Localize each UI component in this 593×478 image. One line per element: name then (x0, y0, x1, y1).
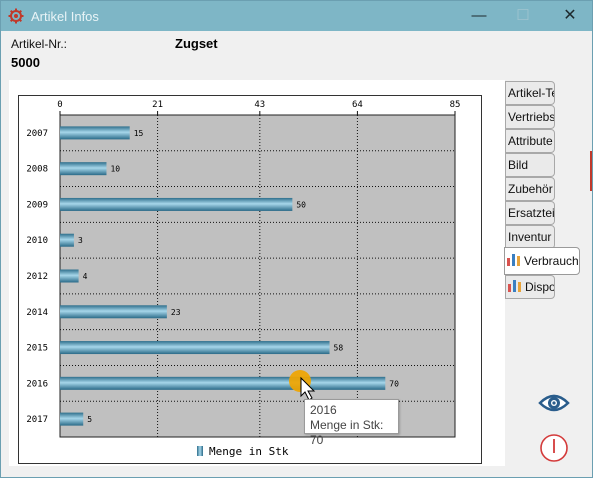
minimize-button[interactable]: — (465, 6, 493, 26)
consumption-chart: 0 21 43 64 85 200720082009201020122014201520… (26, 100, 461, 458)
title-bar: Artikel Infos — ☐ ✕ (1, 1, 592, 31)
tab-dispo[interactable]: Dispo (505, 275, 555, 299)
bar-2014[interactable] (60, 305, 167, 319)
close-button[interactable]: ✕ (556, 6, 584, 26)
maximize-button[interactable]: ☐ (509, 6, 537, 26)
x-tick-label: 43 (254, 100, 265, 110)
tooltip-value: Menge in Stk: 70 (310, 418, 384, 447)
tab-attribute[interactable]: Attribute (505, 129, 555, 153)
x-tick-label: 85 (450, 100, 461, 110)
bar-chart-icon (508, 277, 522, 298)
data-label: 23 (171, 308, 181, 317)
x-tick-label: 21 (152, 100, 163, 110)
y-category-label: 2015 (26, 344, 48, 354)
data-label: 3 (78, 236, 83, 245)
x-tick-label: 64 (352, 100, 363, 110)
data-label: 10 (110, 165, 120, 174)
legend-swatch (197, 446, 203, 456)
stop-icon[interactable] (539, 433, 569, 468)
tab-vertriebsinfo[interactable]: Vertriebsinfo (505, 105, 555, 129)
tab-verbrauch[interactable]: Verbrauch (504, 247, 580, 275)
y-category-label: 2009 (26, 200, 48, 210)
artikel-infos-window: Artikel Infos — ☐ ✕ Artikel-Nr.: 5000 Zu… (0, 0, 593, 478)
artikel-nr-label: Artikel-Nr.: (11, 37, 68, 51)
data-label: 5 (87, 415, 92, 424)
y-category-label: 2007 (26, 129, 48, 139)
y-category-label: 2017 (26, 415, 48, 425)
x-tick-label: 0 (57, 100, 62, 110)
tab-inventur[interactable]: Inventur (505, 225, 555, 249)
bar-2010[interactable] (60, 233, 74, 247)
window-title: Artikel Infos (31, 9, 99, 24)
bar-2012[interactable] (60, 269, 79, 283)
data-label: 50 (296, 200, 306, 209)
window-edge-accent (590, 151, 592, 191)
artikel-name: Zugset (175, 36, 218, 51)
tooltip-year: 2016 (310, 403, 337, 417)
chart-tooltip: 2016 Menge in Stk: 70 (304, 399, 399, 447)
tab-label: Artikel-Texte (508, 86, 554, 100)
y-category-label: 2016 (26, 379, 48, 389)
bar-chart-icon (507, 249, 521, 274)
bar-2009[interactable] (60, 197, 293, 211)
data-label: 58 (334, 344, 344, 353)
tab-label: Attribute (508, 134, 553, 148)
tab-label: Vertriebsinfo (508, 110, 555, 124)
gear-icon (8, 8, 24, 29)
bar-2008[interactable] (60, 162, 107, 176)
y-category-label: 2010 (26, 236, 48, 246)
chart-panel: 0 21 43 64 85 2007 2008 2009 2010 2012 2014 2015 20… (9, 80, 505, 466)
bar-2015[interactable] (60, 341, 330, 355)
tab-label: Zubehör (508, 182, 553, 196)
tab-ersatzteile[interactable]: Ersatzteile (505, 201, 555, 225)
tab-label: Dispo (525, 280, 555, 294)
tab-label: Ersatzteile (508, 206, 555, 220)
legend: Menge in Stk (197, 445, 289, 458)
y-category-label: 2012 (26, 272, 48, 282)
tab-artikel-texte[interactable]: Artikel-Texte (505, 81, 555, 105)
data-label: 15 (134, 129, 144, 138)
chart-frame: 0 21 43 64 85 2007 2008 2009 2010 2012 2014 2015 20… (18, 95, 482, 464)
eye-icon[interactable] (538, 391, 570, 420)
data-label: 70 (389, 379, 399, 388)
y-category-label: 2014 (26, 308, 48, 318)
tab-zubehoer[interactable]: Zubehör (505, 177, 555, 201)
artikel-nr-value: 5000 (11, 55, 40, 70)
bar-2007[interactable] (60, 126, 130, 140)
legend-label: Menge in Stk (209, 445, 289, 458)
tab-bild[interactable]: Bild (505, 153, 555, 177)
y-category-label: 2008 (26, 165, 48, 175)
data-label: 4 (83, 272, 88, 281)
tab-label: Bild (508, 158, 529, 172)
bar-2016[interactable] (60, 376, 386, 390)
tab-label: Verbrauch (524, 254, 579, 268)
tab-label: Inventur (508, 230, 552, 244)
bar-2017[interactable] (60, 412, 84, 426)
